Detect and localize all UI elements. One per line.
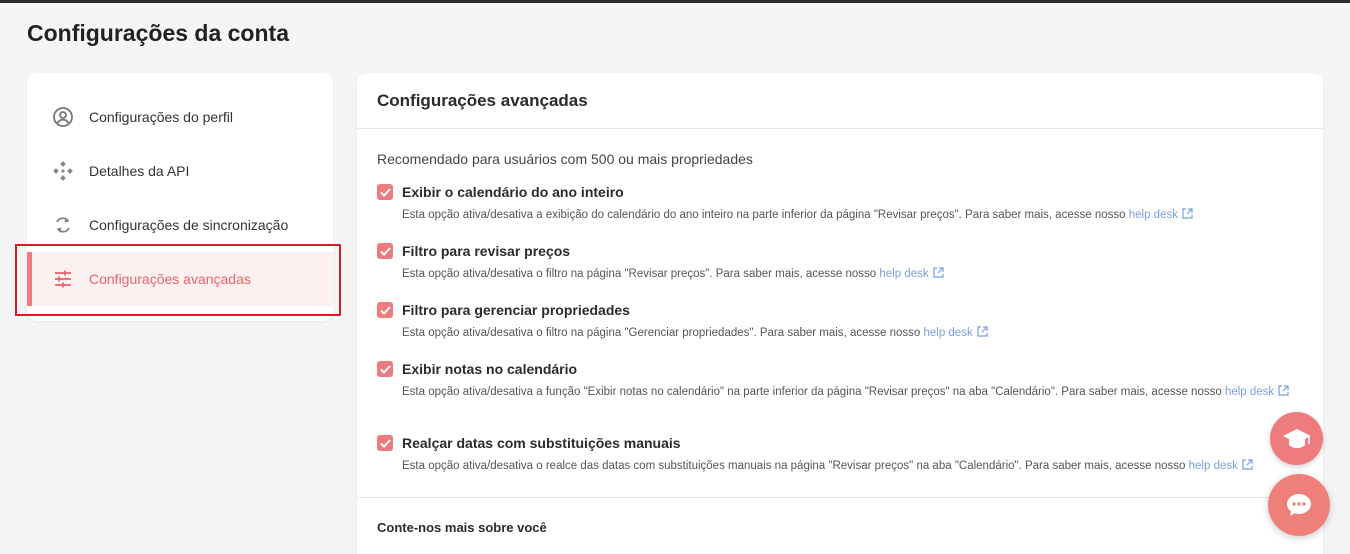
description-text: Esta opção ativa/desativa o filtro na pá… <box>402 327 921 339</box>
option-description: Esta opção ativa/desativa a exibição do … <box>402 207 1297 224</box>
option-title: Exibir o calendário do ano inteiro <box>402 184 624 200</box>
external-link-icon <box>933 267 944 278</box>
checkbox[interactable] <box>377 435 393 451</box>
academy-button[interactable] <box>1270 412 1323 465</box>
option-highlight-manual-overrides: Realçar datas com substituições manuais … <box>377 435 1297 475</box>
option-description: Esta opção ativa/desativa o realce das d… <box>402 458 1297 475</box>
graduation-cap-icon <box>1282 428 1311 448</box>
about-you-section-title: Conte-nos mais sobre você <box>377 520 547 535</box>
option-title: Filtro para revisar preços <box>402 243 571 259</box>
sidebar-item-sync[interactable]: Configurações de sincronização <box>27 198 333 252</box>
option-full-year-calendar: Exibir o calendário do ano inteiro Esta … <box>377 184 1297 224</box>
page-title: Configurações da conta <box>27 20 289 46</box>
checkbox[interactable] <box>377 184 393 200</box>
option-manage-properties-filter: Filtro para gerenciar propriedades Esta … <box>377 302 1297 342</box>
option-review-prices-filter: Filtro para revisar preços Esta opção at… <box>377 243 1297 283</box>
description-text: Esta opção ativa/desativa a exibição do … <box>402 209 1126 221</box>
external-link-icon <box>1242 459 1253 470</box>
sidebar-item-label: Detalhes da API <box>89 163 190 179</box>
description-text: Esta opção ativa/desativa o realce das d… <box>402 460 1186 472</box>
section-divider <box>357 497 1323 498</box>
external-link-icon <box>1182 208 1193 219</box>
option-description: Esta opção ativa/desativa a função "Exib… <box>402 384 1297 401</box>
sidebar-item-label: Configurações do perfil <box>89 109 233 125</box>
link-text: help desk <box>1224 386 1275 398</box>
user-circle-icon <box>52 106 74 128</box>
link-text: help desk <box>879 268 929 280</box>
sliders-icon <box>52 268 74 290</box>
checkbox[interactable] <box>377 361 393 377</box>
recommendation-text: Recomendado para usuários com 500 ou mai… <box>377 151 753 167</box>
sidebar-item-label: Configurações avançadas <box>89 271 251 287</box>
sidebar-item-profile[interactable]: Configurações do perfil <box>27 90 333 144</box>
option-description: Esta opção ativa/desativa o filtro na pá… <box>402 266 1297 283</box>
chat-bubble-icon <box>1287 494 1311 516</box>
help-desk-link[interactable]: help desk <box>923 326 988 339</box>
check-icon <box>379 438 391 448</box>
panel-title: Configurações avançadas <box>357 73 1323 129</box>
sidebar-item-label: Configurações de sincronização <box>89 217 289 233</box>
api-nodes-icon <box>52 160 74 182</box>
link-text: help desk <box>923 327 973 339</box>
check-icon <box>379 246 391 256</box>
external-link-icon <box>1278 385 1289 396</box>
option-title: Exibir notas no calendário <box>402 361 578 377</box>
check-icon <box>379 187 391 197</box>
help-desk-link[interactable]: help desk <box>1128 208 1193 221</box>
option-title: Realçar datas com substituições manuais <box>402 435 681 451</box>
option-title: Filtro para gerenciar propriedades <box>402 302 630 318</box>
sync-icon <box>52 214 74 236</box>
external-link-icon <box>977 326 988 337</box>
check-icon <box>379 305 391 315</box>
help-desk-link[interactable]: help desk <box>879 267 944 280</box>
checkbox[interactable] <box>377 243 393 259</box>
option-description: Esta opção ativa/desativa o filtro na pá… <box>402 325 1297 342</box>
sidebar-item-advanced[interactable]: Configurações avançadas <box>27 252 333 306</box>
advanced-settings-panel: Configurações avançadas Recomendado para… <box>357 73 1323 554</box>
help-desk-link[interactable]: help desk <box>1224 385 1289 398</box>
check-icon <box>379 364 391 374</box>
checkbox[interactable] <box>377 302 393 318</box>
description-text: Esta opção ativa/desativa a função "Exib… <box>402 386 1222 398</box>
chat-support-button[interactable] <box>1268 474 1330 536</box>
link-text: help desk <box>1188 460 1238 472</box>
option-calendar-notes: Exibir notas no calendário Esta opção at… <box>377 361 1297 401</box>
link-text: help desk <box>1128 209 1178 221</box>
settings-sidebar: Configurações do perfil Detalhes da API … <box>27 73 333 321</box>
top-border <box>0 0 1350 3</box>
sidebar-item-api[interactable]: Detalhes da API <box>27 144 333 198</box>
help-desk-link[interactable]: help desk <box>1188 459 1253 472</box>
description-text: Esta opção ativa/desativa o filtro na pá… <box>402 268 877 280</box>
